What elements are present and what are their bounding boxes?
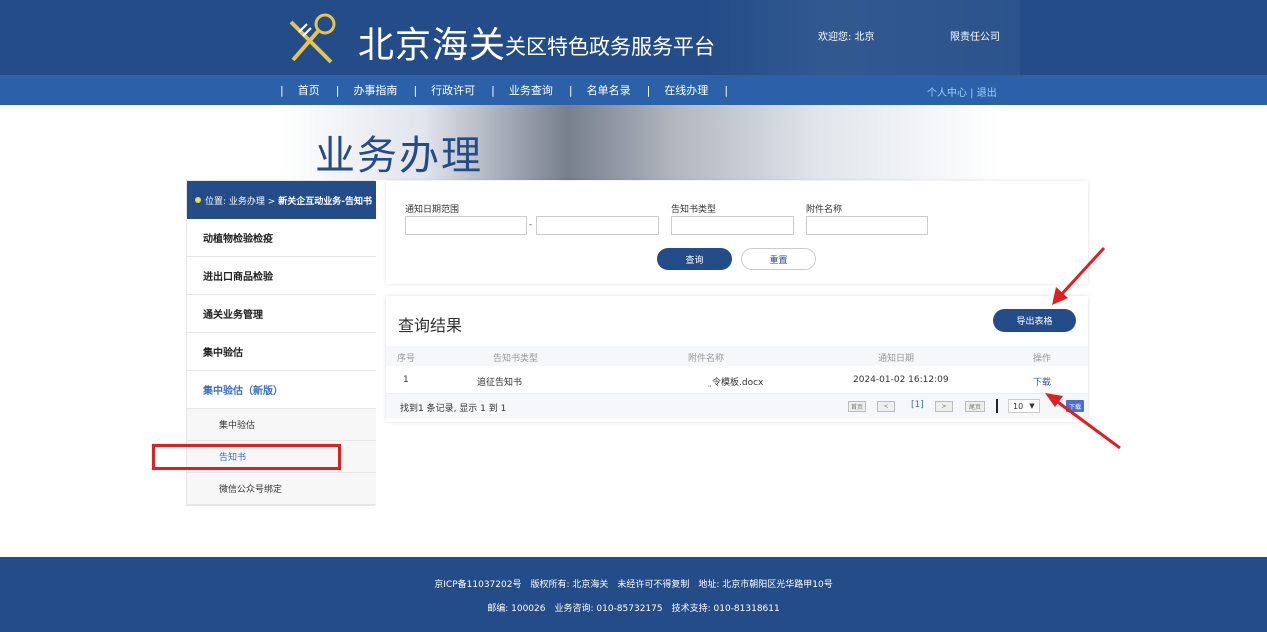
footer-copyright: 京ICP备11037202号 版权所有: 北京海关 未经许可不得复制 地址: 北… bbox=[434, 580, 833, 590]
nav-separator: | bbox=[724, 83, 729, 97]
notice-type-label: 告知书类型 bbox=[671, 205, 717, 215]
column-header-type: 告知书类型 bbox=[493, 354, 539, 364]
customs-emblem-icon bbox=[289, 13, 336, 64]
table-row: 1 追征告知书 ̤令模板.docx 2024-01-02 16:12:09 下载 bbox=[386, 366, 1088, 394]
nav-separator: | bbox=[568, 83, 573, 97]
user-links[interactable]: 个人中心 | 退出 bbox=[927, 84, 997, 99]
breadcrumb-prefix: 位置: bbox=[205, 196, 227, 207]
reset-button[interactable]: 重置 bbox=[741, 248, 816, 270]
sidebar-item-valuation[interactable]: 集中验估 bbox=[187, 333, 376, 371]
site-title: 北京海关 bbox=[358, 25, 507, 66]
site-footer: 京ICP备11037202号 版权所有: 北京海关 未经许可不得复制 地址: 北… bbox=[0, 557, 1267, 632]
column-header-action: 操作 bbox=[1033, 354, 1052, 364]
result-panel: 查询结果 导出表格 序号 告知书类型 附件名称 通知日期 操作 1 追征告知书 … bbox=[386, 296, 1088, 422]
main-nav: | 首页 | 办事指南 | 行政许可 | 业务查询 | 名单名录 | 在线办理 … bbox=[0, 75, 1267, 105]
company-name: 限责任公司 bbox=[950, 32, 1000, 43]
site-header: 北京海关 关区特色政务服务平台 欢迎您: 北京 限责任公司 bbox=[0, 0, 1267, 75]
sidebar-item-inspection[interactable]: 进出口商品检验 bbox=[187, 257, 376, 295]
nav-item-home[interactable]: 首页 bbox=[298, 82, 320, 98]
breadcrumb-current: 新关企互动业务-告知书 bbox=[278, 196, 372, 207]
nav-item-license[interactable]: 行政许可 bbox=[431, 82, 475, 98]
sidebar-item-valuation-new[interactable]: 集中验估（新版） bbox=[187, 371, 376, 409]
page-size-select[interactable]: 10 ▼ bbox=[1008, 399, 1040, 413]
table-header: 序号 告知书类型 附件名称 通知日期 操作 bbox=[386, 346, 1088, 366]
sidebar-item-clearance[interactable]: 通关业务管理 bbox=[187, 295, 376, 333]
column-header-date: 通知日期 bbox=[878, 354, 915, 364]
next-page-button[interactable]: > bbox=[935, 401, 953, 412]
page-banner: 业务办理 bbox=[0, 105, 1267, 180]
chevron-down-icon: ▼ bbox=[1029, 402, 1035, 410]
export-table-button[interactable]: 导出表格 bbox=[993, 309, 1076, 332]
nav-item-lists[interactable]: 名单名录 bbox=[587, 82, 631, 98]
sidebar-item-quarantine[interactable]: 动植物检验检疫 bbox=[187, 219, 376, 257]
annotation-highlight-box bbox=[152, 444, 341, 470]
date-separator: - bbox=[529, 220, 533, 230]
column-header-attachment: 附件名称 bbox=[688, 354, 725, 364]
filter-panel: 通知日期范围 - 告知书类型 附件名称 查询 重置 bbox=[386, 181, 1088, 284]
nav-item-online[interactable]: 在线办理 bbox=[664, 82, 708, 98]
download-link[interactable]: 下载 bbox=[1033, 375, 1051, 388]
sidebar-subitem-wechat[interactable]: 微信公众号绑定 bbox=[187, 473, 376, 505]
attachment-name-label: 附件名称 bbox=[806, 205, 843, 215]
sidebar-subitem-valuation[interactable]: 集中验估 bbox=[187, 409, 376, 441]
nav-separator: | bbox=[335, 83, 340, 97]
site-subtitle: 关区特色政务服务平台 bbox=[505, 35, 715, 59]
first-page-button[interactable]: 首页 bbox=[848, 401, 866, 412]
footer-contact: 邮编: 100026 业务咨询: 010-85732175 技术支持: 010-… bbox=[487, 604, 780, 614]
welcome-text: 欢迎您: 北京 bbox=[818, 32, 875, 43]
nav-separator: | bbox=[413, 83, 418, 97]
cell-type: 追征告知书 bbox=[477, 378, 523, 388]
table-footer: 找到1 条记录, 显示 1 到 1 首页 < [1] > 尾页 10 ▼ 下载 bbox=[386, 394, 1088, 418]
cell-index: 1 bbox=[403, 375, 409, 385]
current-page[interactable]: [1] bbox=[911, 400, 924, 410]
last-page-button[interactable]: 尾页 bbox=[965, 401, 985, 412]
page-size-value: 10 bbox=[1013, 401, 1024, 411]
cell-date: 2024-01-02 16:12:09 bbox=[853, 375, 949, 385]
breadcrumb: 位置: 业务办理 > 新关企互动业务-告知书 bbox=[187, 181, 376, 219]
nav-item-query[interactable]: 业务查询 bbox=[509, 82, 553, 98]
date-start-input[interactable] bbox=[405, 216, 527, 235]
page-title: 业务办理 bbox=[315, 133, 483, 179]
date-end-input[interactable] bbox=[536, 216, 659, 235]
date-range-label: 通知日期范围 bbox=[405, 205, 460, 215]
attachment-name-input[interactable] bbox=[806, 216, 928, 235]
breadcrumb-path: 业务办理 > bbox=[228, 196, 276, 207]
record-summary: 找到1 条记录, 显示 1 到 1 bbox=[400, 404, 507, 414]
nav-separator: | bbox=[491, 83, 495, 97]
cell-attachment: ̤令模板.docx bbox=[712, 378, 764, 388]
prev-page-button[interactable]: < bbox=[877, 401, 895, 412]
notice-type-input[interactable] bbox=[671, 216, 794, 235]
bullet-icon bbox=[195, 197, 201, 203]
nav-separator: | bbox=[280, 83, 284, 97]
column-header-index: 序号 bbox=[397, 354, 416, 364]
pager-download-button[interactable]: 下载 bbox=[1066, 400, 1084, 412]
result-title: 查询结果 bbox=[398, 316, 463, 335]
nav-item-guide[interactable]: 办事指南 bbox=[353, 82, 397, 98]
pager-divider bbox=[996, 399, 998, 413]
nav-separator: | bbox=[646, 83, 651, 97]
query-button[interactable]: 查询 bbox=[657, 248, 732, 270]
